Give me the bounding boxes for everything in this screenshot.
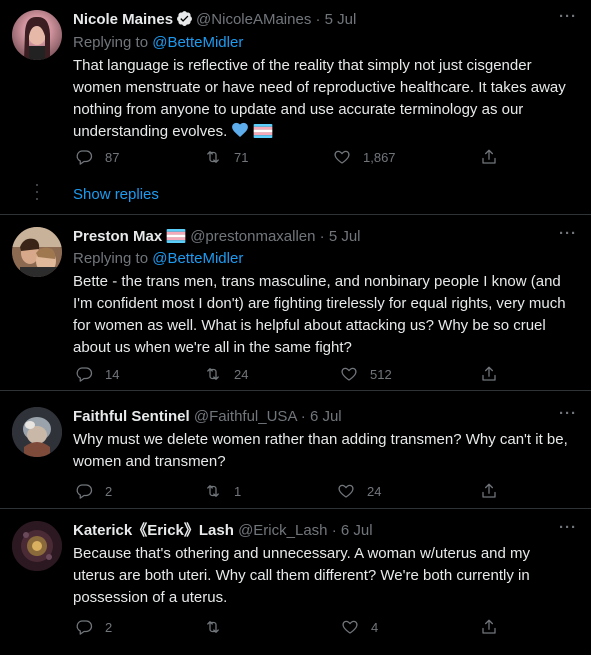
replying-to: Replying to @BetteMidler <box>73 250 244 267</box>
share-icon <box>482 149 496 164</box>
tweet-actions: 2 1 24 <box>0 481 591 501</box>
avatar[interactable] <box>12 10 62 60</box>
reply-button[interactable]: 87 <box>75 147 119 167</box>
reply-button[interactable]: 14 <box>75 364 119 384</box>
tweet-actions: 87 71 1,867 <box>0 147 591 167</box>
like-button[interactable]: 24 <box>337 481 381 501</box>
timestamp[interactable]: · 5 Jul <box>316 11 357 28</box>
share-icon <box>482 619 496 634</box>
like-icon <box>341 367 357 381</box>
retweet-icon <box>207 368 219 380</box>
display-name[interactable]: Nicole Maines <box>73 11 173 28</box>
thread-connector <box>36 184 38 205</box>
tweet-text: Bette - the trans men, trans masculine, … <box>73 273 566 356</box>
tweet-text: Because that's othering and unnecessary.… <box>73 545 531 606</box>
avatar[interactable] <box>12 227 62 277</box>
share-button[interactable] <box>480 147 498 167</box>
timestamp[interactable]: · 6 Jul <box>332 522 373 539</box>
like-icon <box>338 484 354 498</box>
more-icon[interactable]: ··· <box>559 8 577 25</box>
tweet-header: Preston Max @prestonmaxallen · 5 Jul <box>73 227 575 247</box>
tweet[interactable]: Katerick《Erick》Lash @Erick_Lash · 6 Jul … <box>0 509 591 655</box>
mention-link[interactable]: @BetteMidler <box>152 34 243 51</box>
handle[interactable]: @Faithful_USA <box>194 408 297 425</box>
show-replies-link[interactable]: Show replies <box>73 186 159 203</box>
like-icon <box>334 150 350 164</box>
reply-icon <box>76 150 93 165</box>
reply-icon <box>76 620 93 635</box>
mention-link[interactable]: @BetteMidler <box>152 250 243 267</box>
avatar[interactable] <box>12 407 62 457</box>
tweet-header: Faithful Sentinel @Faithful_USA · 6 Jul <box>73 407 575 427</box>
tweet[interactable]: Faithful Sentinel @Faithful_USA · 6 Jul … <box>0 391 591 509</box>
handle[interactable]: @NicoleAMaines <box>196 11 311 28</box>
trans-flag-icon <box>253 124 273 138</box>
retweet-button[interactable] <box>204 617 234 637</box>
tweet[interactable]: Nicole Maines @NicoleAMaines · 5 Jul Repl… <box>0 0 591 215</box>
tweet-header: Katerick《Erick》Lash @Erick_Lash · 6 Jul <box>73 521 575 541</box>
reply-button[interactable]: 2 <box>75 481 112 501</box>
tweet-text: That language is reflective of the reali… <box>73 57 566 140</box>
timestamp[interactable]: · 6 Jul <box>301 408 342 425</box>
retweet-button[interactable]: 71 <box>204 147 248 167</box>
more-icon[interactable]: ··· <box>559 519 577 536</box>
share-button[interactable] <box>480 481 498 501</box>
trans-flag-icon <box>166 229 186 243</box>
retweet-icon <box>207 485 219 497</box>
handle[interactable]: @Erick_Lash <box>238 522 327 539</box>
timestamp[interactable]: · 5 Jul <box>320 228 361 245</box>
like-button[interactable]: 512 <box>340 364 392 384</box>
like-button[interactable]: 1,867 <box>333 147 396 167</box>
retweet-button[interactable]: 24 <box>204 364 248 384</box>
tweet-actions: 14 24 512 <box>0 364 591 384</box>
share-button[interactable] <box>480 364 498 384</box>
verified-badge-icon <box>177 11 192 26</box>
tweet-text: Why must we delete women rather than add… <box>73 431 568 470</box>
share-icon <box>482 483 496 498</box>
reply-icon <box>76 484 93 499</box>
reply-button[interactable]: 2 <box>75 617 112 637</box>
tweet[interactable]: Preston Max @prestonmaxallen · 5 Jul Repl… <box>0 215 591 387</box>
like-icon <box>342 620 358 634</box>
display-name[interactable]: Preston Max <box>73 228 162 245</box>
tweet-header: Nicole Maines @NicoleAMaines · 5 Jul <box>73 10 575 30</box>
share-icon <box>482 366 496 381</box>
handle[interactable]: @prestonmaxallen <box>190 228 315 245</box>
more-icon[interactable]: ··· <box>559 225 577 242</box>
blue-heart-icon <box>232 122 249 137</box>
retweet-button[interactable]: 1 <box>204 481 241 501</box>
retweet-icon <box>207 151 219 163</box>
tweet-actions: 2 4 <box>0 617 591 637</box>
share-button[interactable] <box>480 617 498 637</box>
display-name[interactable]: Faithful Sentinel <box>73 408 190 425</box>
replying-to: Replying to @BetteMidler <box>73 34 244 51</box>
retweet-icon <box>207 621 219 633</box>
display-name[interactable]: Katerick《Erick》Lash <box>73 522 234 539</box>
reply-thread: Nicole Maines @NicoleAMaines · 5 Jul Repl… <box>0 0 591 655</box>
avatar[interactable] <box>12 521 62 571</box>
reply-icon <box>76 367 93 382</box>
like-button[interactable]: 4 <box>341 617 378 637</box>
more-icon[interactable]: ··· <box>559 405 577 422</box>
